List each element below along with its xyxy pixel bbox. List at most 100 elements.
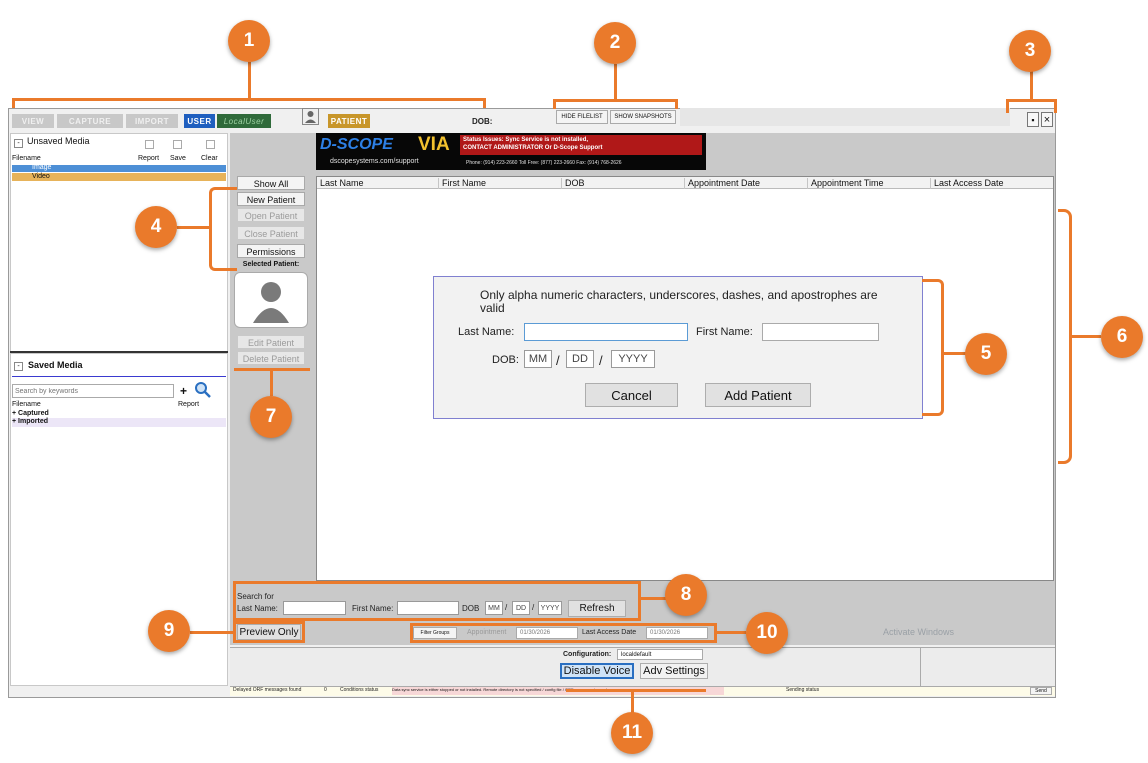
close-patient-button[interactable]: Close Patient bbox=[237, 226, 305, 240]
configuration-label: Configuration: bbox=[563, 651, 612, 658]
add-icon[interactable]: + bbox=[180, 384, 187, 398]
divider bbox=[10, 351, 228, 353]
dob-label: DOB: bbox=[492, 354, 519, 366]
callout-8: 8 bbox=[665, 574, 707, 616]
annotation-bracket bbox=[675, 99, 678, 109]
col-clear: Clear bbox=[201, 155, 218, 162]
annotation-box bbox=[410, 623, 717, 643]
new-patient-button[interactable]: New Patient bbox=[237, 192, 305, 206]
activate-windows-watermark: Activate Windows bbox=[883, 627, 955, 637]
tab-import[interactable]: IMPORT bbox=[126, 114, 178, 128]
unsaved-media-title: Unsaved Media bbox=[27, 136, 90, 146]
conditions-status-label: Conditions status bbox=[340, 687, 379, 693]
close-button[interactable]: × bbox=[1041, 112, 1053, 127]
annotation-bracket bbox=[12, 98, 15, 108]
col-appointment-time[interactable]: Appointment Time bbox=[808, 178, 931, 189]
annotation-bracket bbox=[209, 187, 237, 271]
callout-5: 5 bbox=[965, 333, 1007, 375]
patient-avatar-icon[interactable] bbox=[302, 108, 319, 125]
cancel-button[interactable]: Cancel bbox=[585, 383, 678, 407]
delayed-messages-count: 0 bbox=[324, 687, 327, 693]
annotation-bracket bbox=[1071, 335, 1101, 338]
show-snapshots-button[interactable]: SHOW SNAPSHOTS bbox=[610, 110, 676, 124]
add-patient-button[interactable]: Add Patient bbox=[705, 383, 811, 407]
annotation-box bbox=[233, 621, 305, 643]
first-name-input[interactable] bbox=[762, 323, 879, 341]
annotation-bracket bbox=[270, 370, 273, 396]
support-link[interactable]: dscopesystems.com/support bbox=[330, 158, 419, 165]
disable-voice-button[interactable]: Disable Voice bbox=[560, 663, 634, 679]
sending-status-label: Sending status bbox=[786, 687, 820, 693]
col-appointment-date[interactable]: Appointment Date bbox=[685, 178, 808, 189]
callout-9: 9 bbox=[148, 610, 190, 652]
date-separator: / bbox=[556, 353, 560, 368]
annotation-bracket bbox=[640, 597, 666, 600]
minimize-button[interactable]: ▪ bbox=[1027, 112, 1039, 127]
saved-search-input[interactable] bbox=[12, 384, 174, 398]
col-report: Report bbox=[138, 155, 160, 162]
delayed-messages-label: Delayed ORF messages found bbox=[233, 687, 302, 693]
col-filename: Filename bbox=[12, 401, 41, 408]
hide-filelist-button[interactable]: HIDE FILELIST bbox=[556, 110, 608, 124]
annotation-bracket bbox=[248, 62, 251, 99]
add-patient-dialog: Only alpha numeric characters, underscor… bbox=[433, 276, 923, 419]
list-item[interactable]: Video bbox=[12, 173, 226, 181]
col-first-name[interactable]: First Name bbox=[439, 178, 562, 189]
last-name-input[interactable] bbox=[524, 323, 688, 341]
selected-patient-photo bbox=[234, 272, 308, 328]
user-name: LocalUser bbox=[217, 114, 271, 128]
phone-numbers: Phone: (914) 223-2660 Toll Free: (877) 2… bbox=[466, 160, 622, 166]
col-last-access-date[interactable]: Last Access Date bbox=[931, 178, 1053, 189]
report-checkbox[interactable] bbox=[145, 140, 154, 149]
show-all-button[interactable]: Show All bbox=[237, 176, 305, 190]
callout-10: 10 bbox=[746, 612, 788, 654]
divider bbox=[12, 376, 226, 377]
annotation-bracket bbox=[190, 631, 234, 634]
tab-user[interactable]: USER bbox=[184, 114, 215, 128]
open-patient-button[interactable]: Open Patient bbox=[237, 208, 305, 222]
list-item[interactable]: + Imported bbox=[12, 418, 226, 427]
search-icon[interactable] bbox=[193, 381, 213, 399]
date-separator: / bbox=[599, 353, 603, 368]
tab-patient[interactable]: PATIENT bbox=[328, 114, 370, 128]
callout-7: 7 bbox=[250, 396, 292, 438]
list-item[interactable]: Image bbox=[12, 164, 226, 172]
saved-media-title: Saved Media bbox=[28, 360, 83, 370]
callout-3: 3 bbox=[1009, 30, 1051, 72]
dob-year-field[interactable]: YYYY bbox=[611, 350, 655, 368]
callout-6: 6 bbox=[1101, 316, 1143, 358]
clear-checkbox[interactable] bbox=[206, 140, 215, 149]
col-filename: Filename bbox=[12, 155, 41, 162]
col-report: Report bbox=[178, 401, 200, 408]
dob-month-field[interactable]: MM bbox=[524, 350, 552, 368]
permissions-button[interactable]: Permissions bbox=[237, 244, 305, 258]
delete-patient-button[interactable]: Delete Patient bbox=[237, 351, 305, 365]
annotation-bracket bbox=[1054, 99, 1057, 113]
dob-label: DOB: bbox=[472, 117, 493, 126]
annotation-bracket bbox=[614, 64, 617, 100]
collapse-icon[interactable]: - bbox=[14, 139, 23, 148]
tab-capture[interactable]: CAPTURE bbox=[57, 114, 123, 128]
annotation-bracket bbox=[177, 226, 210, 229]
dob-day-field[interactable]: DD bbox=[566, 350, 594, 368]
adv-settings-button[interactable]: Adv Settings bbox=[640, 663, 708, 679]
configuration-select[interactable]: localdefault bbox=[617, 649, 703, 660]
edit-patient-button[interactable]: Edit Patient bbox=[237, 335, 305, 349]
send-button[interactable]: Send bbox=[1030, 687, 1052, 695]
col-save: Save bbox=[170, 155, 186, 162]
annotation-bracket bbox=[1030, 70, 1033, 100]
annotation-box bbox=[233, 581, 641, 621]
save-checkbox[interactable] bbox=[173, 140, 182, 149]
callout-4: 4 bbox=[135, 206, 177, 248]
tab-view[interactable]: VIEW bbox=[12, 114, 54, 128]
last-name-label: Last Name: bbox=[458, 326, 515, 338]
annotation-bracket bbox=[1006, 99, 1009, 113]
col-dob[interactable]: DOB bbox=[562, 178, 685, 189]
selected-patient-label: Selected Patient: bbox=[242, 261, 300, 268]
annotation-bracket bbox=[483, 98, 486, 108]
list-item[interactable]: + Captured bbox=[12, 410, 49, 417]
via-logo: VIA bbox=[418, 134, 450, 155]
col-last-name[interactable]: Last Name bbox=[317, 178, 439, 189]
first-name-label: First Name: bbox=[696, 326, 753, 338]
collapse-icon[interactable]: - bbox=[14, 362, 23, 371]
